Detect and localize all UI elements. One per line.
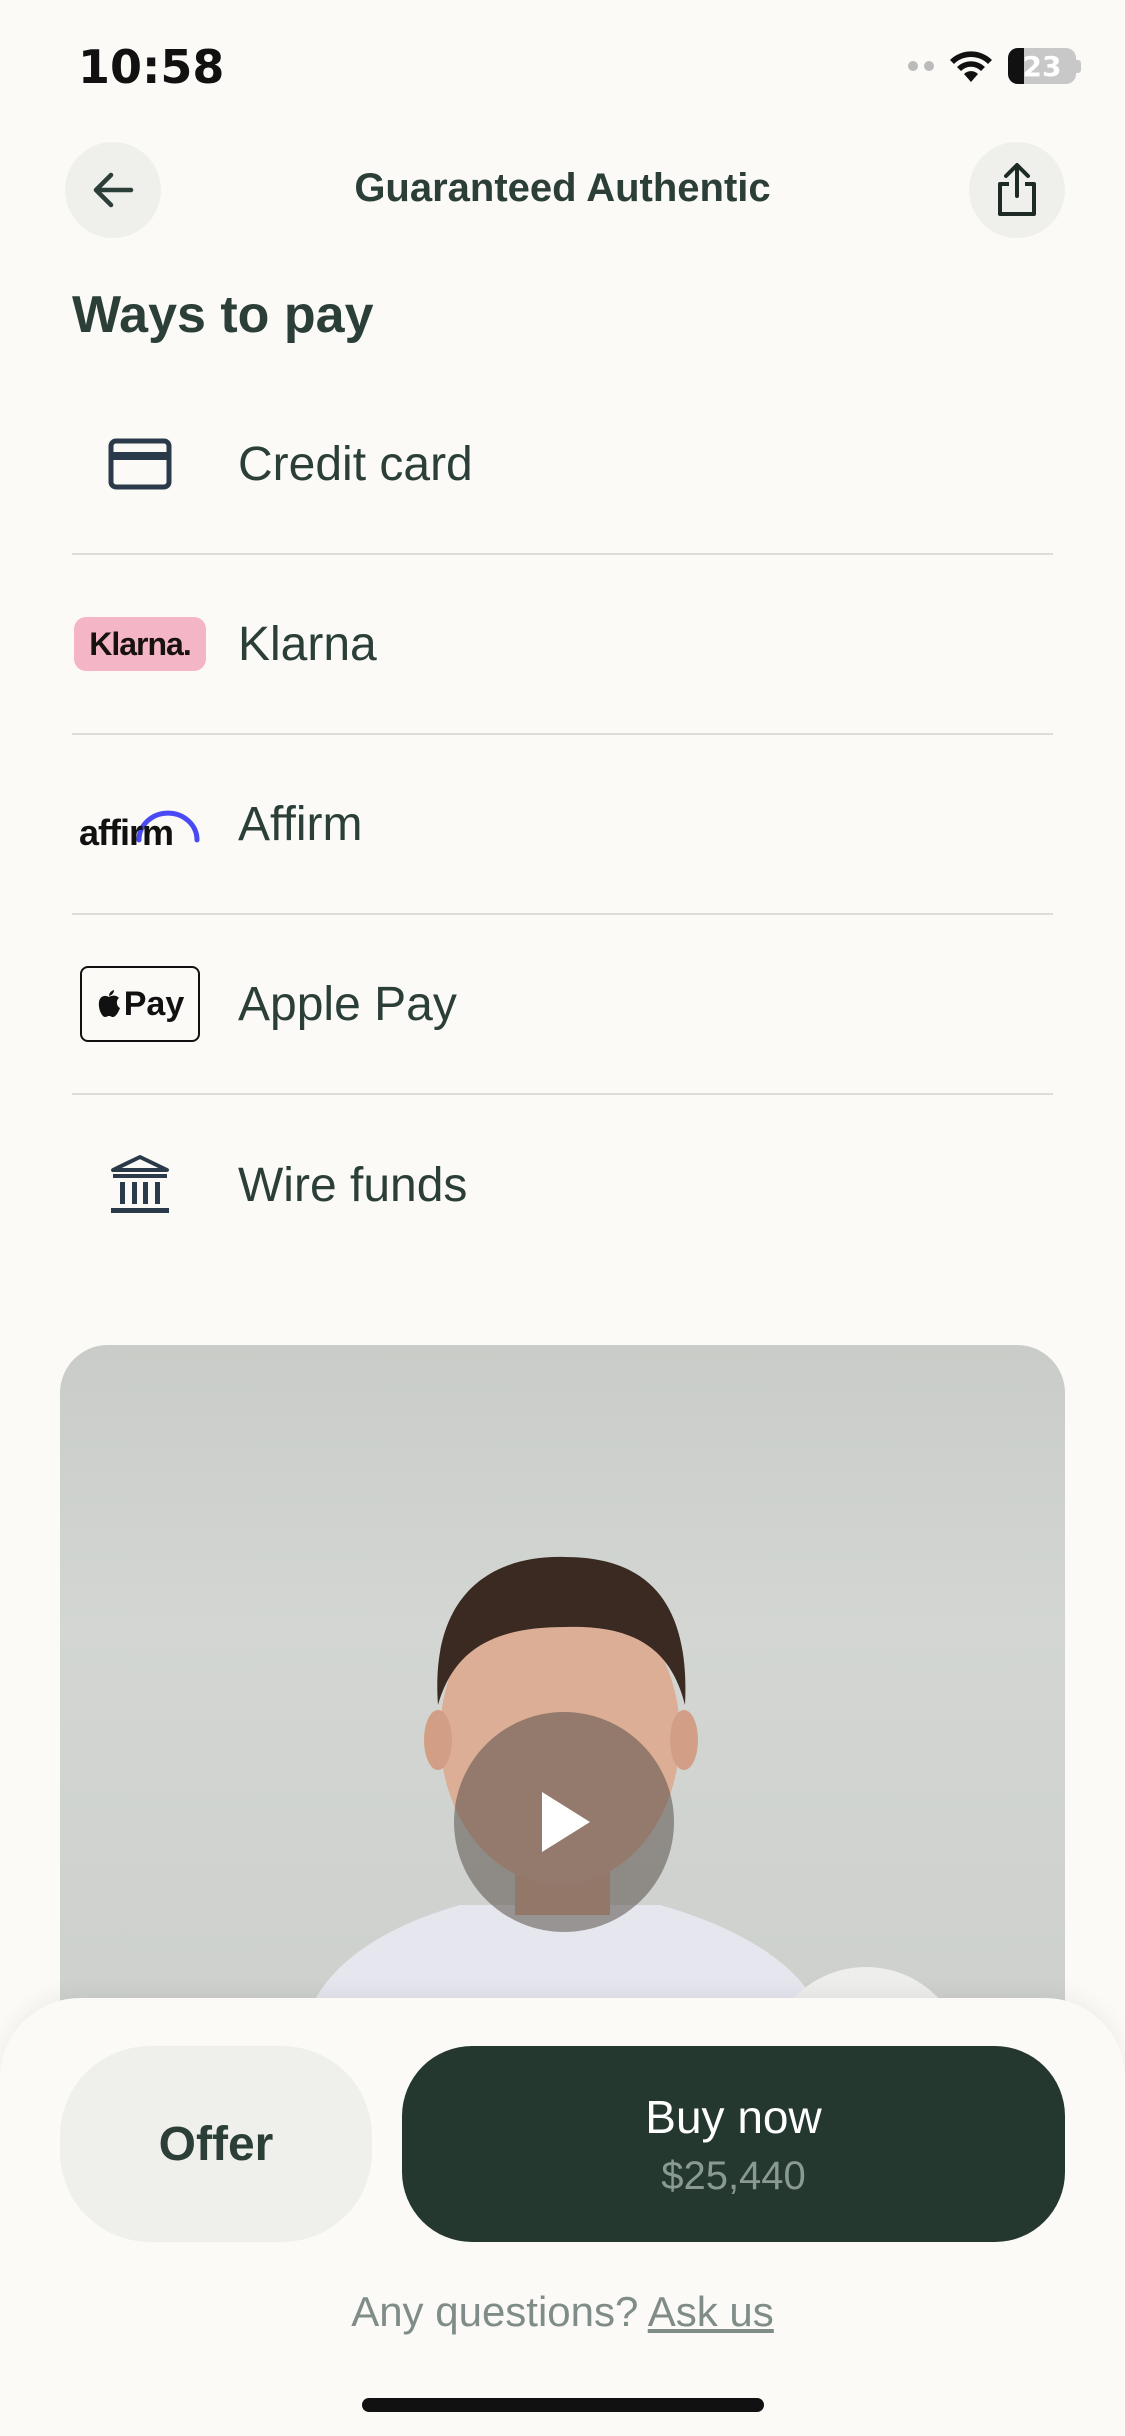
affirm-logo: affirm [75,794,205,854]
status-time: 10:58 [78,40,225,94]
page-title: Guaranteed Authentic [354,166,771,210]
ways-to-pay-heading: Ways to pay [72,286,374,344]
share-button[interactable] [969,142,1065,238]
play-button[interactable] [454,1712,674,1932]
wifi-icon [950,51,992,82]
payment-method-label: Apple Pay [238,977,457,1031]
payment-method-credit-card[interactable]: Credit card [72,375,1053,555]
play-icon [542,1792,590,1852]
bank-icon [111,1155,169,1213]
battery-icon: 23 [1008,48,1076,84]
purchase-bar: Offer Buy now $25,440 Any questions? Ask… [0,1998,1125,2436]
cellular-signal-icon [908,61,934,71]
questions-text: Any questions? [351,2288,639,2335]
klarna-logo: Klarna. [74,617,206,671]
payment-method-label: Klarna [238,617,377,671]
buy-now-label: Buy now [645,2090,822,2143]
home-indicator[interactable] [362,2398,764,2412]
payment-methods-list: Credit card Klarna. Klarna affirm Affirm [72,375,1053,1275]
status-icons: 23 [908,48,1081,84]
payment-method-klarna[interactable]: Klarna. Klarna [72,555,1053,735]
offer-button[interactable]: Offer [60,2046,372,2242]
ask-us-link[interactable]: Ask us [648,2288,774,2335]
payment-method-wire-funds[interactable]: Wire funds [72,1095,1053,1275]
apple-icon [98,990,120,1017]
credit-card-icon [108,438,172,490]
payment-method-label: Credit card [238,437,473,491]
share-icon [998,163,1036,216]
buy-now-button[interactable]: Buy now $25,440 [402,2046,1065,2242]
questions-row: Any questions? Ask us [0,2288,1125,2336]
status-bar: 10:58 23 [0,0,1125,140]
video-thumbnail [300,1556,830,2045]
apple-pay-logo: Pay [80,966,200,1042]
payment-method-label: Affirm [238,797,363,851]
payment-method-label: Wire funds [238,1158,468,1212]
battery-level: 23 [1022,49,1062,83]
price: $25,440 [661,2153,806,2198]
video-player[interactable] [60,1345,1065,2045]
payment-method-affirm[interactable]: affirm Affirm [72,735,1053,915]
top-navigation: Guaranteed Authentic [0,140,1125,260]
payment-method-apple-pay[interactable]: Pay Apple Pay [72,915,1053,1095]
